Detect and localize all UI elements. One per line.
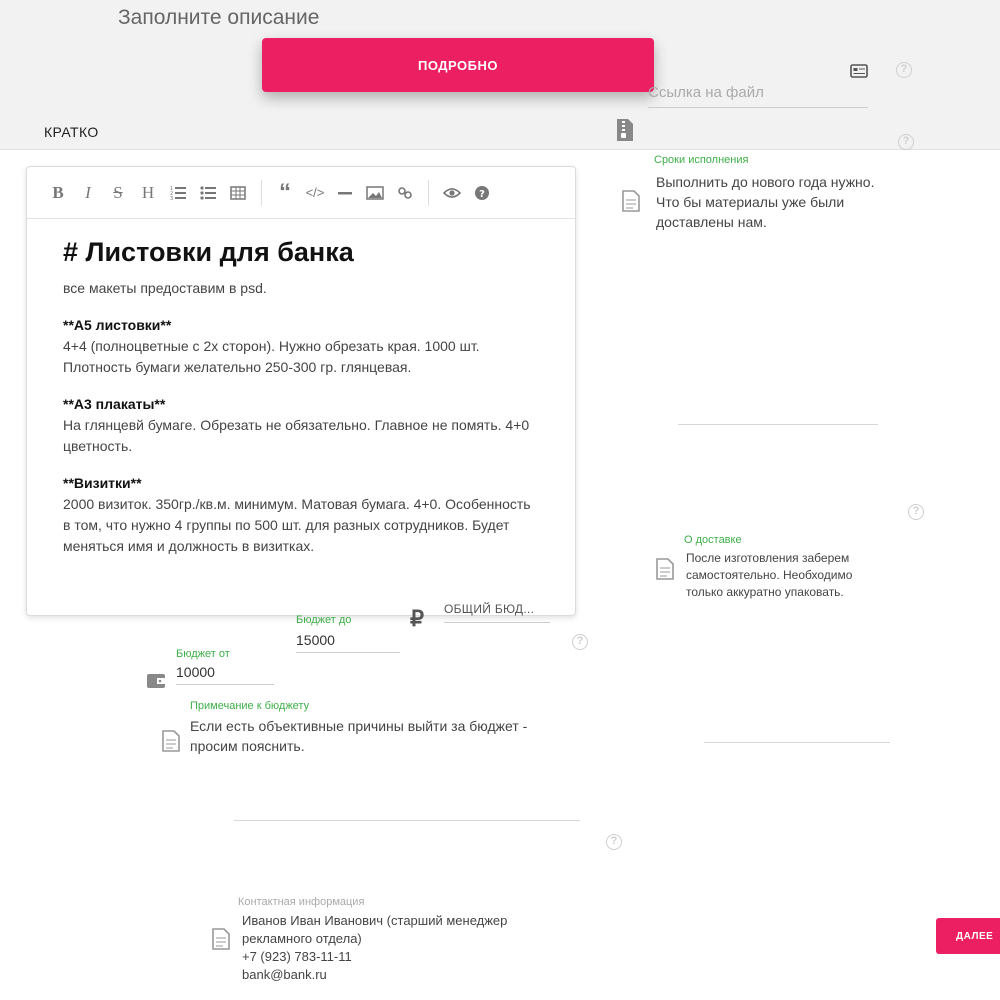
doc-heading: # Листовки для банка	[63, 237, 354, 267]
toolbar-divider	[428, 179, 429, 206]
deadline-help-icon[interactable]: ?	[898, 134, 914, 150]
next-button[interactable]: ДАЛЕЕ	[936, 918, 1000, 954]
image-icon[interactable]	[360, 178, 390, 208]
budget-to-label: Бюджет до	[296, 614, 352, 626]
section-text: 4+4 (полноцветные с 2х сторон). Нужно об…	[63, 338, 480, 375]
preview-eye-icon[interactable]	[437, 178, 467, 208]
contact-text[interactable]: Иванов Иван Иванович (старший менеджер р…	[242, 912, 572, 984]
strikethrough-button[interactable]: S	[103, 178, 133, 208]
section-title: **А5 листовки**	[63, 317, 172, 333]
ordered-list-icon[interactable]: 123	[163, 178, 193, 208]
file-link-input[interactable]: Ссылка на файл	[648, 84, 868, 108]
wallet-icon	[146, 672, 166, 695]
budget-from-label: Бюджет от	[176, 648, 230, 660]
editor-help-icon[interactable]: ?	[467, 178, 497, 208]
delivery-label: О доставке	[684, 534, 742, 546]
page-title: Заполните описание	[118, 6, 320, 29]
doc-section-a3: **А3 плакаты** На глянцевй бумаге. Обрез…	[63, 394, 539, 457]
total-budget-input[interactable]: ОБЩИЙ БЮД...	[444, 602, 550, 623]
document-icon	[162, 730, 180, 757]
markdown-editor: B I S H 123 “ </> ? # Листовки для банка…	[26, 166, 576, 616]
budget-note-text[interactable]: Если есть объективные причины выйти за б…	[190, 716, 570, 756]
doc-section-a5: **А5 листовки** 4+4 (полноцветные с 2х с…	[63, 315, 539, 378]
note-underline	[234, 820, 580, 821]
bullet-list-icon[interactable]	[193, 178, 223, 208]
doc-intro: все макеты предоставим в psd.	[63, 280, 267, 296]
tab-short[interactable]: КРАТКО	[44, 124, 99, 140]
italic-button[interactable]: I	[73, 178, 103, 208]
deadline-text[interactable]: Выполнить до нового года нужно. Что бы м…	[656, 172, 876, 232]
card-list-icon[interactable]	[850, 64, 868, 83]
delivery-underline	[704, 742, 890, 743]
doc-section-cards: **Визитки** 2000 визиток. 350гр./кв.м. м…	[63, 473, 539, 557]
delivery-text[interactable]: После изготовления заберем самостоятельн…	[686, 550, 876, 601]
toolbar-divider	[261, 179, 262, 206]
link-icon[interactable]	[390, 178, 420, 208]
section-text: 2000 визиток. 350гр./кв.м. минимум. Мато…	[63, 496, 531, 554]
document-icon	[622, 190, 640, 217]
zip-file-icon	[616, 118, 634, 147]
editor-toolbar: B I S H 123 “ </> ?	[27, 167, 575, 219]
budget-to-input[interactable]: 15000	[296, 632, 400, 653]
section-title: **А3 плакаты**	[63, 396, 166, 412]
heading-button[interactable]: H	[133, 178, 163, 208]
deadline-label: Сроки исполнения	[654, 154, 749, 166]
editor-content[interactable]: # Листовки для банка все макеты предоста…	[27, 219, 575, 591]
code-icon[interactable]: </>	[300, 178, 330, 208]
contact-label: Контактная информация	[238, 896, 365, 908]
section-text: На глянцевй бумаге. Обрезать не обязател…	[63, 417, 530, 454]
quote-icon[interactable]: “	[270, 178, 300, 208]
tab-detailed[interactable]: ПОДРОБНО	[262, 38, 654, 92]
document-icon	[212, 928, 230, 955]
svg-text:?: ?	[479, 189, 485, 200]
file-help-icon[interactable]: ?	[896, 62, 912, 78]
budget-help-icon[interactable]: ?	[572, 634, 588, 650]
hr-icon[interactable]	[330, 178, 360, 208]
bold-button[interactable]: B	[43, 178, 73, 208]
ruble-icon: ₽	[410, 606, 424, 631]
table-icon[interactable]	[223, 178, 253, 208]
section-title: **Визитки**	[63, 475, 142, 491]
form-page: Заполните описание КРАТКО ПОДРОБНО B I S…	[0, 0, 1000, 1000]
contact-help-icon[interactable]: ?	[606, 834, 622, 850]
budget-note-label: Примечание к бюджету	[190, 700, 310, 712]
delivery-help-icon[interactable]: ?	[908, 504, 924, 520]
deadline-underline	[678, 424, 878, 425]
svg-text:3: 3	[170, 196, 173, 201]
budget-from-input[interactable]: 10000	[176, 664, 274, 685]
document-icon	[656, 558, 674, 585]
